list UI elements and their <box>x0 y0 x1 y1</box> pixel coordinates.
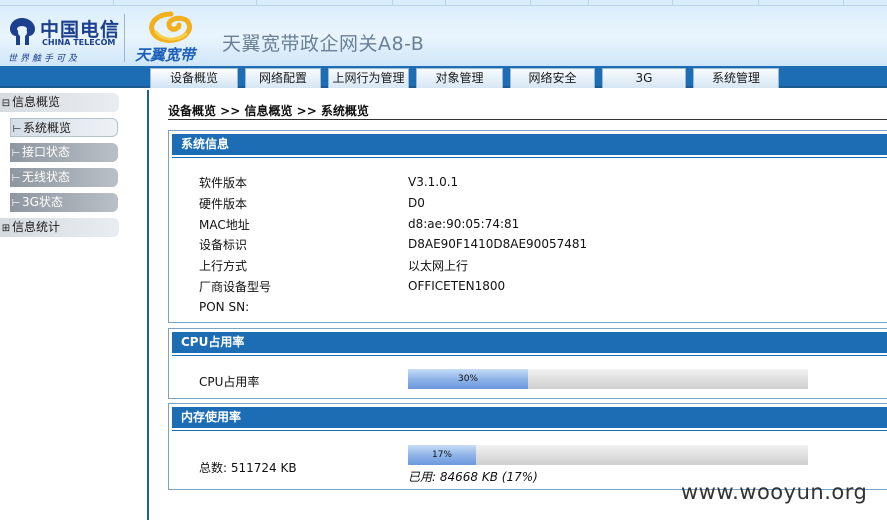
header-banner: 中国电信 CHINA TELECOM 世界触手可及 天翼宽带 天翼宽带政企网关A… <box>0 0 887 66</box>
panel-head-underline <box>172 355 887 356</box>
product-title: 天翼宽带政企网关A8-B <box>222 33 425 55</box>
sidebar-item-label: 无线状态 <box>22 170 71 184</box>
breadcrumb: 设备概览 >> 信息概览 >> 系统概览 <box>168 104 369 118</box>
nav-tab-network-security[interactable]: 网络安全 <box>510 68 595 88</box>
uplink-mode-value: 以太网上行 <box>408 259 469 273</box>
memory-usage-progress-bar: 17% <box>408 445 808 465</box>
breadcrumb-divider <box>168 119 887 120</box>
tree-branch-icon: ⊢ <box>12 124 22 135</box>
nav-tab-device-overview[interactable]: 设备概览 <box>150 68 238 88</box>
vendor-model-value: OFFICETEN1800 <box>408 279 506 293</box>
sidebar-item-label: 信息统计 <box>12 220 61 234</box>
hardware-version-value: D0 <box>408 196 425 210</box>
cpu-usage-label: CPU占用率 <box>199 375 260 389</box>
tree-branch-icon: ⊢ <box>11 198 21 209</box>
top-nav-bar: 设备概览 网络配置 上网行为管理 对象管理 网络安全 3G 系统管理 <box>0 66 887 88</box>
cpu-usage-percent-text: 30% <box>457 374 478 384</box>
china-telecom-logo: 中国电信 CHINA TELECOM 世界触手可及 <box>0 6 124 66</box>
memory-usage-panel: 内存使用率 总数: 511724 KB 17% 已用: 84668 KB (17… <box>168 403 887 490</box>
hardware-version-label: 硬件版本 <box>199 197 248 211</box>
sidebar-item-wireless-status[interactable]: ⊢ 无线状态 <box>10 168 118 187</box>
mac-address-label: MAC地址 <box>199 218 250 232</box>
vendor-model-label: 厂商设备型号 <box>199 280 272 294</box>
software-version-label: 软件版本 <box>199 176 248 190</box>
device-id-value: D8AE90F1410D8AE90057481 <box>408 237 588 251</box>
tree-branch-icon: ⊢ <box>11 173 21 184</box>
system-info-panel: 系统信息 软件版本 V3.1.0.1 硬件版本 D0 MAC地址 d8:ae:9… <box>168 130 887 323</box>
cpu-usage-progress-bar: 30% <box>408 369 808 389</box>
sidebar-item-label: 系统概览 <box>23 121 72 135</box>
pon-sn-label: PON SN: <box>199 300 250 314</box>
main-content: 设备概览 >> 信息概览 >> 系统概览 系统信息 软件版本 V3.1.0.1 … <box>151 90 887 520</box>
china-telecom-slogan: 世界触手可及 <box>8 54 81 64</box>
panel-head-underline <box>172 157 887 158</box>
sidebar-item-label: 信息概览 <box>12 95 61 109</box>
nav-tab-object-management[interactable]: 对象管理 <box>416 68 503 88</box>
software-version-value: V3.1.0.1 <box>408 175 459 189</box>
mac-address-value: d8:ae:90:05:74:81 <box>408 217 520 231</box>
sidebar-item-label: 3G状态 <box>22 195 63 209</box>
memory-usage-percent-text: 17% <box>431 450 452 460</box>
sidebar-item-interface-status[interactable]: ⊢ 接口状态 <box>10 143 118 162</box>
sidebar-group-info-overview[interactable]: ⊟ 信息概览 <box>0 93 119 112</box>
logo-divider <box>124 14 125 62</box>
system-info-title: 系统信息 <box>172 134 887 155</box>
watermark-text: www.wooyun.org <box>681 480 868 504</box>
tianyi-brand-text: 天翼宽带 <box>135 46 196 64</box>
china-telecom-en-name: CHINA TELECOM <box>42 38 116 47</box>
tree-branch-icon: ⊢ <box>11 148 21 159</box>
device-id-label: 设备标识 <box>199 238 248 252</box>
sidebar-item-label: 接口状态 <box>22 145 71 159</box>
memory-usage-title: 内存使用率 <box>172 407 887 428</box>
collapse-icon: ⊟ <box>1 98 11 109</box>
cpu-usage-title: CPU占用率 <box>172 332 887 353</box>
sidebar-item-system-overview[interactable]: ⊢ 系统概览 <box>10 118 118 137</box>
nav-tab-3g[interactable]: 3G <box>602 68 686 88</box>
memory-used-note: 已用: 84668 KB (17%) <box>408 470 538 484</box>
expand-icon: ⊞ <box>1 223 11 234</box>
nav-tab-system-management[interactable]: 系统管理 <box>693 68 779 88</box>
tianyi-broadband-logo: 天翼宽带 <box>132 6 212 66</box>
uplink-mode-label: 上行方式 <box>199 259 248 273</box>
panel-head-underline <box>172 430 887 431</box>
sidebar-item-3g-status[interactable]: ⊢ 3G状态 <box>10 193 118 212</box>
top-nav-tabs: 设备概览 网络配置 上网行为管理 对象管理 网络安全 3G 系统管理 <box>150 68 786 88</box>
nav-tab-internet-behavior[interactable]: 上网行为管理 <box>328 68 409 88</box>
tianyi-swirl-icon <box>149 11 193 43</box>
cpu-usage-panel: CPU占用率 CPU占用率 30% <box>168 328 887 399</box>
memory-total-label: 总数: 511724 KB <box>199 461 297 475</box>
sidebar-group-info-statistics[interactable]: ⊞ 信息统计 <box>0 218 119 237</box>
nav-tab-network-config[interactable]: 网络配置 <box>245 68 321 88</box>
sidebar: ⊟ 信息概览 ⊢ 系统概览 ⊢ 接口状态 ⊢ 无线状态 ⊢ 3G状态 ⊞ 信息统计 <box>0 90 149 520</box>
china-telecom-emblem-icon <box>10 18 35 45</box>
